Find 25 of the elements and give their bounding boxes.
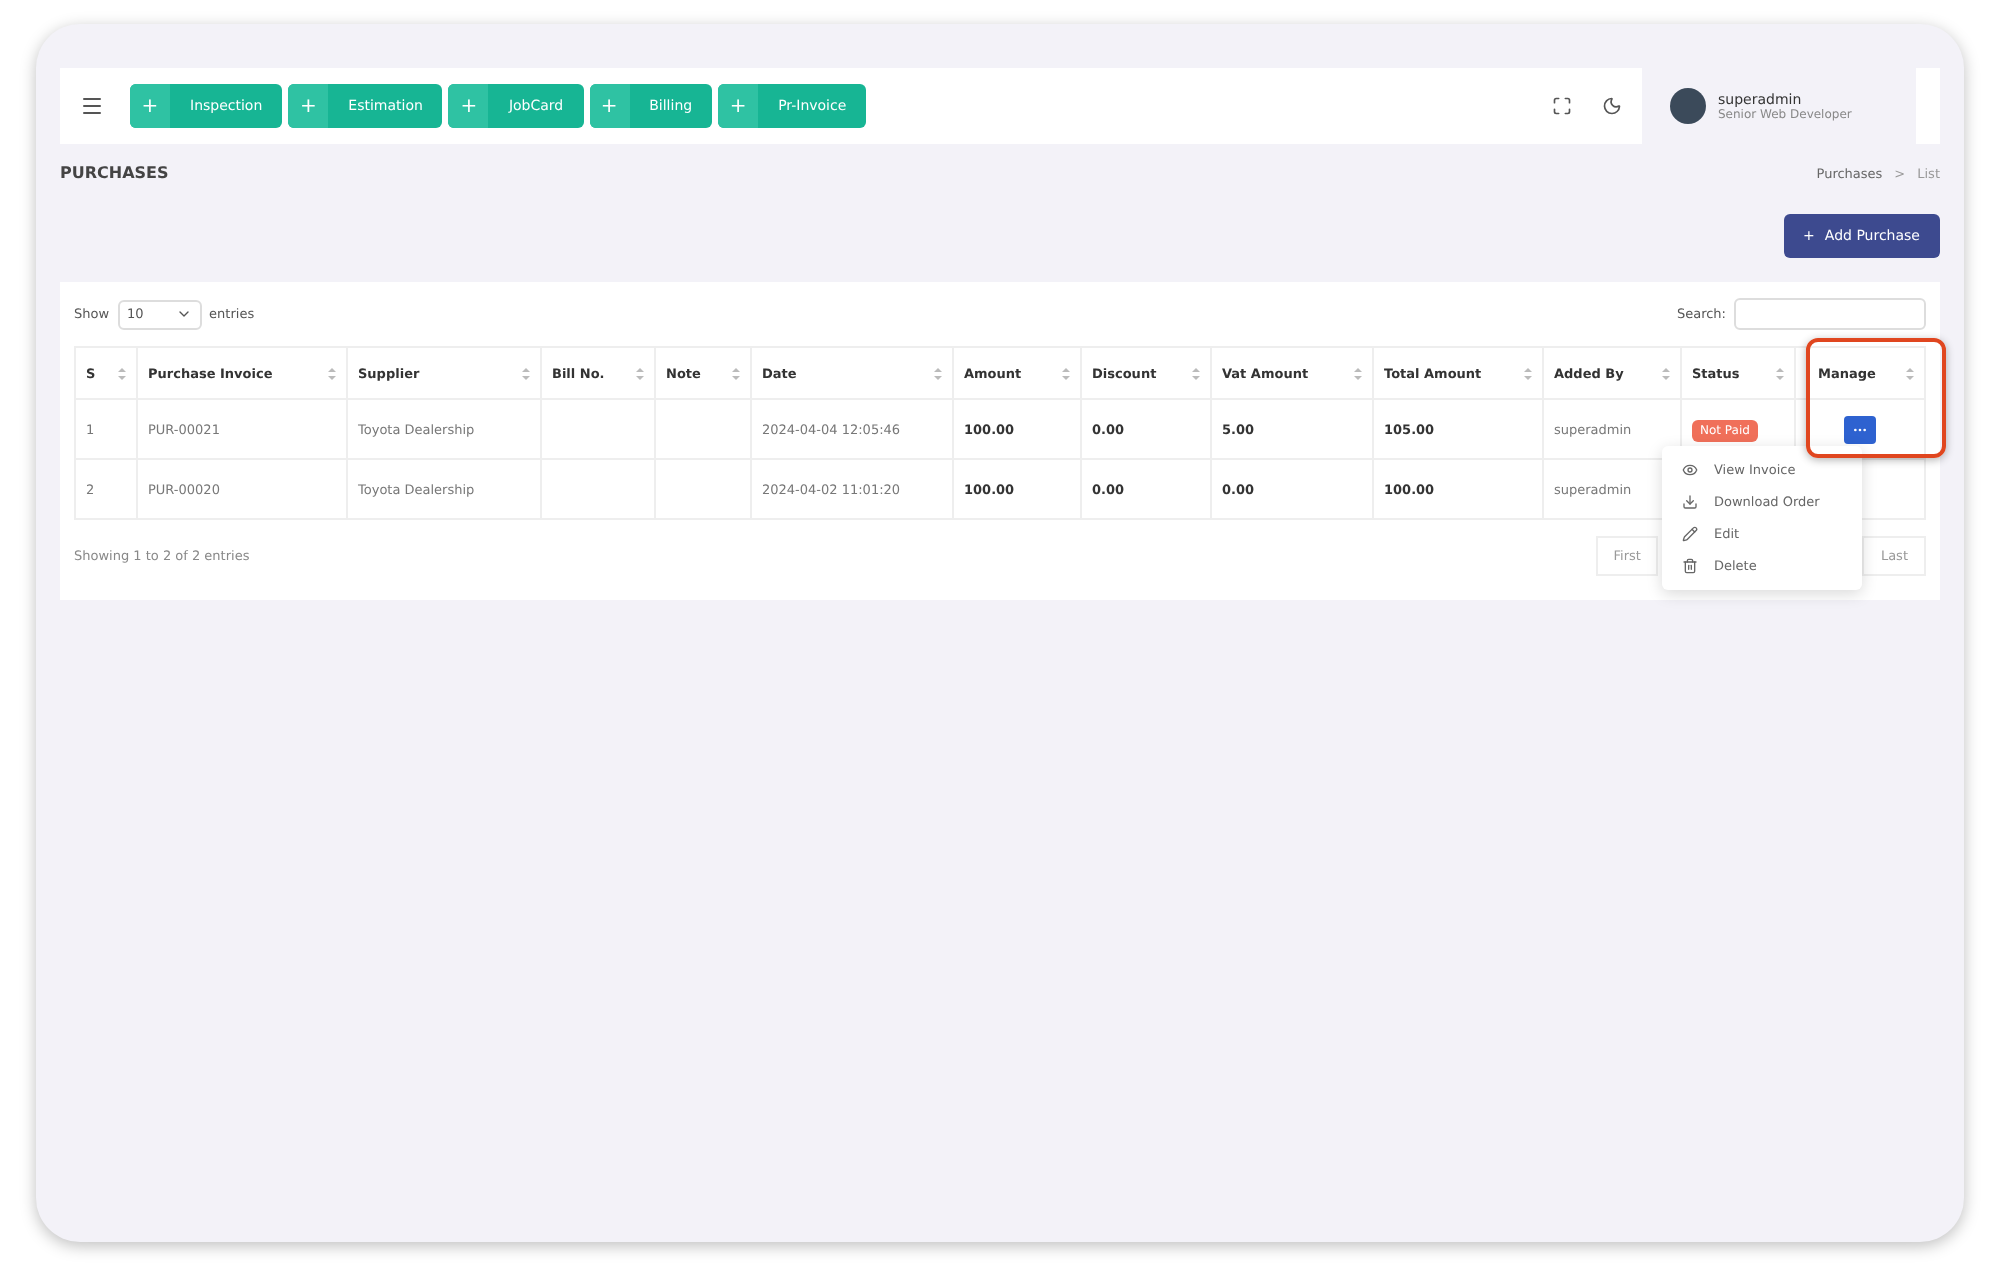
sort-icon (1354, 367, 1362, 379)
sort-icon (1524, 367, 1532, 379)
chevron-down-icon (175, 306, 192, 322)
sort-icon (934, 367, 942, 379)
page-title: PURCHASES (60, 164, 169, 182)
download-icon (1682, 494, 1698, 510)
actions-button[interactable] (1844, 415, 1876, 443)
pencil-icon (1682, 526, 1698, 542)
sort-icon (732, 367, 740, 379)
sort-icon (1776, 367, 1784, 379)
sort-icon (636, 367, 644, 379)
sort-icon (1662, 367, 1670, 379)
sort-icon (522, 367, 530, 379)
sort-icon (118, 367, 126, 379)
eye-icon (1682, 462, 1698, 478)
dark-mode-button[interactable] (1602, 96, 1622, 116)
search-field[interactable] (1734, 298, 1926, 330)
sort-icon (1062, 367, 1070, 379)
trash-icon (1682, 558, 1698, 574)
sort-icon (1192, 367, 1200, 379)
menu-button[interactable] (80, 94, 104, 118)
sort-icon (328, 367, 336, 379)
fullscreen-button[interactable] (1552, 96, 1572, 116)
sort-icon (1906, 367, 1914, 379)
avatar (1670, 88, 1706, 124)
